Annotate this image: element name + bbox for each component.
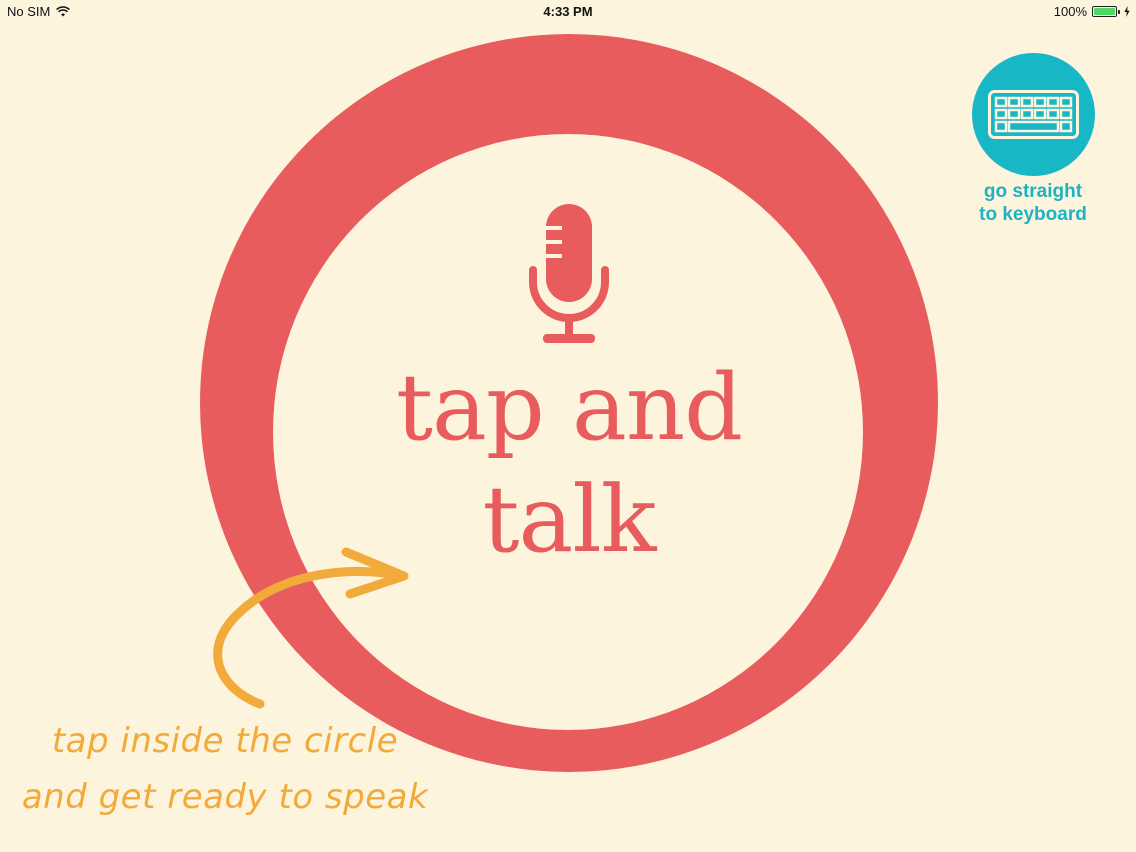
keyboard-label-line2: to keyboard [979,204,1087,225]
microphone-icon [529,204,609,343]
battery-percent: 100% [1053,4,1087,19]
curved-arrow-icon [213,547,409,709]
tap-and-talk-label: tap and talk [369,352,769,576]
battery-tip [1118,10,1120,14]
status-right: 100% [1054,4,1130,19]
clock: 4:33 PM [543,4,593,19]
keyboard-icon [988,90,1079,139]
status-bar: No SIM 4:33 PM 100% [0,0,1136,24]
keyboard-button[interactable] [972,53,1095,176]
tap-and-talk-line2: talk [482,466,657,573]
battery-icon [1092,6,1120,17]
keyboard-label-line1: go straight [983,181,1083,202]
hint-line2: and get ready to speak [21,777,429,817]
tap-and-talk-screen: No SIM 4:33 PM 100% tap and talk go stra… [0,0,1136,852]
hint-text: tap inside the circle and get ready to s… [0,713,450,825]
tap-and-talk-line1: tap and [396,354,743,461]
battery-level [1094,8,1115,15]
charging-bolt-icon [1124,6,1130,17]
keyboard-button-label[interactable]: go straight to keyboard [946,180,1120,226]
hint-line1: tap inside the circle [51,721,399,761]
